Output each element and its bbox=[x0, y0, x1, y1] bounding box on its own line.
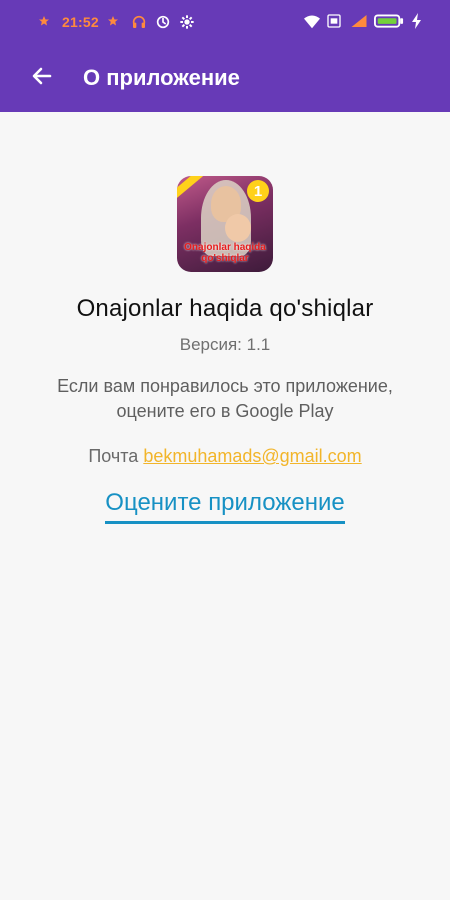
app-version: Версия: 1.1 bbox=[179, 335, 271, 354]
signal-icon bbox=[350, 13, 367, 29]
battery-icon bbox=[374, 13, 404, 29]
status-time: 21:52 bbox=[62, 14, 99, 30]
mail-label: Почта bbox=[88, 446, 139, 466]
wifi-icon bbox=[302, 13, 320, 29]
arrow-left-icon bbox=[30, 64, 54, 93]
about-content: 1 Onajonlar haqida qo'shiqlar Onajonlar … bbox=[0, 112, 450, 524]
app-bar: 21:52 О приложение bbox=[0, 0, 450, 112]
sync-icon bbox=[155, 14, 171, 30]
back-button[interactable] bbox=[27, 63, 57, 93]
star-icon bbox=[107, 14, 123, 30]
headphones-icon bbox=[131, 14, 147, 30]
rate-prompt-text: Если вам понравилось это приложение, оце… bbox=[57, 376, 393, 421]
page-title: О приложение bbox=[83, 65, 240, 90]
app-icon: 1 Onajonlar haqida qo'shiqlar bbox=[177, 176, 273, 272]
app-name: Onajonlar haqida qo'shiqlar bbox=[76, 295, 374, 322]
child-face bbox=[225, 214, 251, 242]
toolbar: О приложение bbox=[0, 44, 450, 112]
settings-gear-icon bbox=[179, 14, 195, 30]
mail-row: Почта bekmuhamads@gmail.com bbox=[88, 446, 361, 467]
app-icon-text: Onajonlar haqida qo'shiqlar bbox=[184, 242, 266, 264]
sim-icon bbox=[326, 13, 342, 29]
ribbon-decoration bbox=[177, 176, 203, 202]
star-icon bbox=[38, 14, 54, 30]
charging-icon bbox=[412, 13, 422, 29]
app-icon-badge: 1 bbox=[247, 180, 269, 202]
rate-app-link[interactable]: Оцените приложение bbox=[105, 489, 345, 524]
mail-link[interactable]: bekmuhamads@gmail.com bbox=[143, 446, 361, 466]
status-bar: 21:52 bbox=[0, 0, 450, 44]
